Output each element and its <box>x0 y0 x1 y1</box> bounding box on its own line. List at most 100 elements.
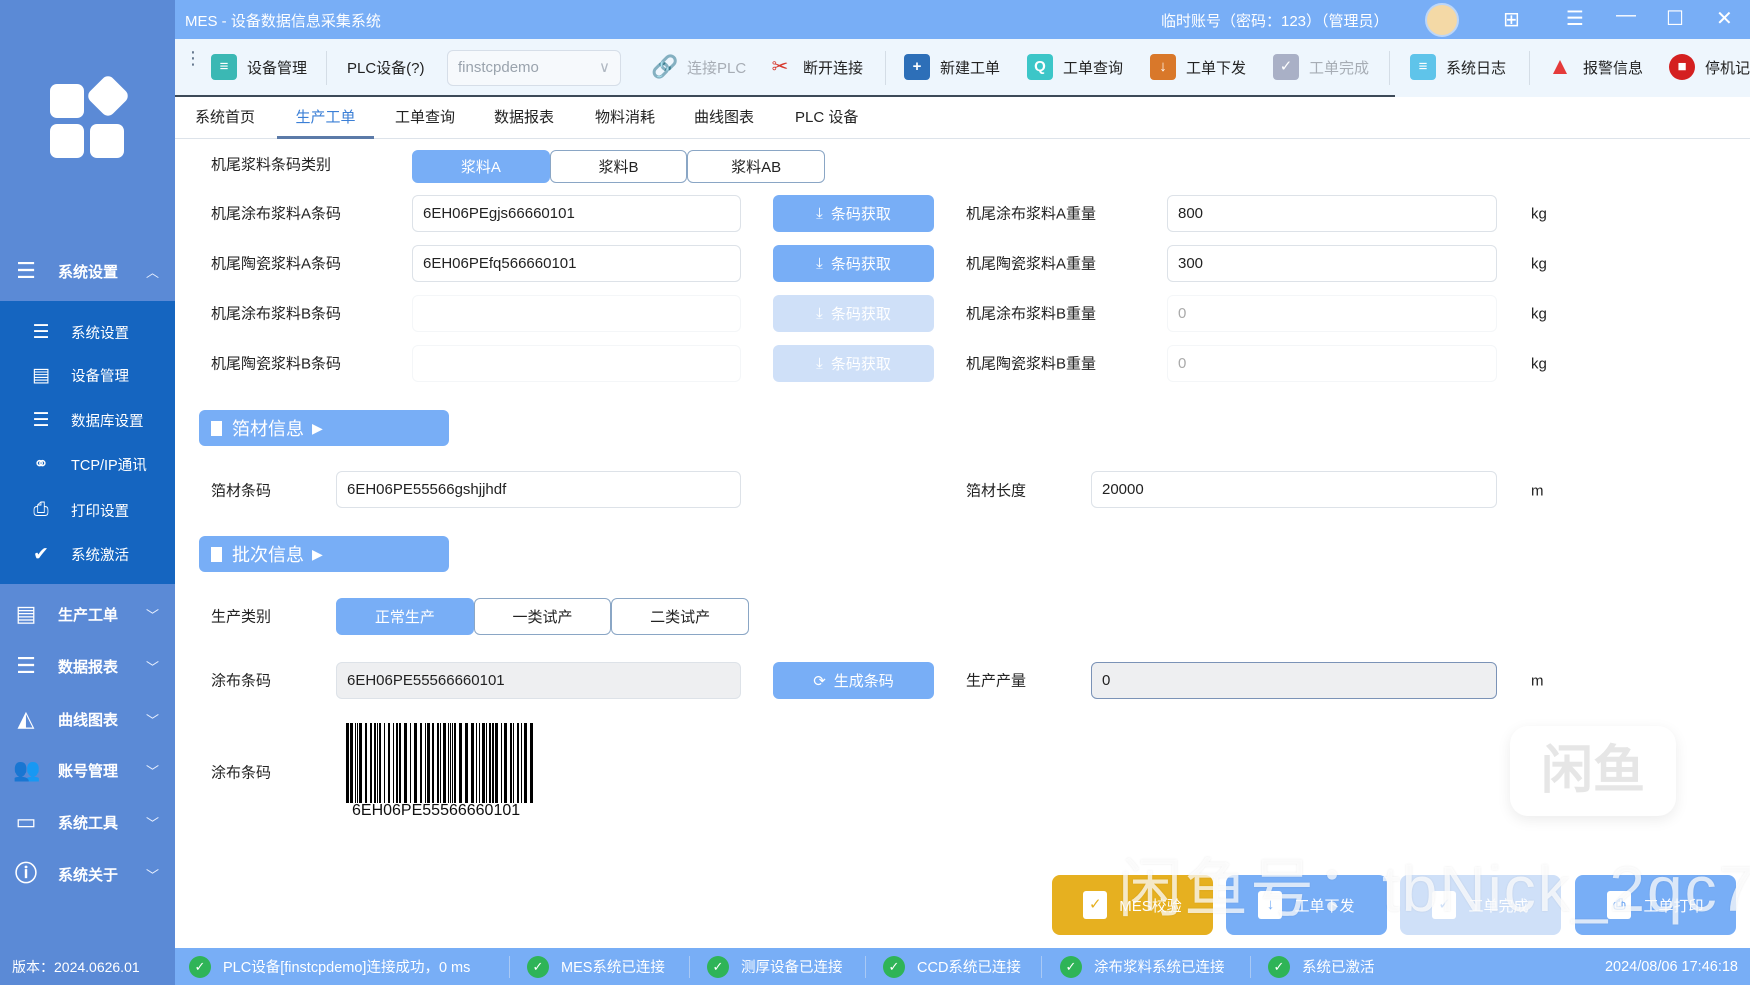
sidebar-item-system-settings[interactable]: ☰ 系统设置 <box>0 312 175 352</box>
generate-code-button[interactable]: ⟳ 生成条码 <box>773 662 934 699</box>
barcode-label: 涂布条码 <box>211 764 272 782</box>
download-icon: ⤓ <box>816 305 823 322</box>
slurry-type-b[interactable]: 浆料B <box>549 150 688 183</box>
windows-icon[interactable]: ⊞ <box>1503 7 1520 32</box>
production-type-normal[interactable]: 正常生产 <box>336 598 474 635</box>
fetch-code-button[interactable]: ⤓ 条码获取 <box>773 345 934 382</box>
tab-material[interactable]: 物料消耗 <box>595 97 655 139</box>
ceramic-slurry-b-weight-input[interactable]: 0 <box>1167 345 1497 382</box>
production-type-trial-1[interactable]: 一类试产 <box>473 598 612 635</box>
unit-label: m <box>1531 482 1544 500</box>
ceramic-slurry-a-code-input[interactable]: 6EH06PEfq566660101 <box>412 245 741 282</box>
new-document-icon: + <box>904 54 930 80</box>
tab-charts[interactable]: 曲线图表 <box>694 97 754 139</box>
sidebar-group-system-settings[interactable]: ☰ 系统设置 ︿ <box>0 247 175 295</box>
coating-slurry-a-weight-input[interactable]: 800 <box>1167 195 1497 232</box>
coating-slurry-a-code-input[interactable]: 6EH06PEgjs66660101 <box>412 195 741 232</box>
watermark-logo: 闲鱼 <box>1510 726 1676 816</box>
complete-order-button[interactable]: ✓ 工单完成 <box>1273 39 1369 95</box>
barcode-bar <box>465 723 468 803</box>
sidebar-group-accounts[interactable]: 👥 账号管理 ﹀ <box>0 746 175 794</box>
sidebar-item-print[interactable]: ⎙ 打印设置 <box>0 490 175 530</box>
barcode-bar <box>420 723 422 803</box>
server-icon: ▤ <box>32 364 50 386</box>
coating-slurry-b-code-input[interactable] <box>412 295 741 332</box>
production-type-trial-2[interactable]: 二类试产 <box>611 598 750 635</box>
ceramic-slurry-b-code-input[interactable] <box>412 345 741 382</box>
coating-code-input[interactable]: 6EH06PE55566660101 <box>336 662 741 699</box>
batch-info-section[interactable]: 批次信息 ▶ <box>199 536 449 572</box>
tab-bar: 系统首页 生产工单 工单查询 数据报表 物料消耗 曲线图表 PLC 设备 <box>175 97 1750 139</box>
sidebar-item-database[interactable]: ☰ 数据库设置 <box>0 400 175 440</box>
ceramic-slurry-a-weight-input[interactable]: 300 <box>1167 245 1497 282</box>
minimize-icon[interactable]: — <box>1616 4 1636 27</box>
downtime-button[interactable]: ■ 停机记 <box>1669 39 1750 95</box>
tab-order-query[interactable]: 工单查询 <box>395 97 455 139</box>
barcode-bar <box>450 723 451 803</box>
status-ccd: ✓ CCD系统已连接 <box>883 948 1021 985</box>
check-document-icon: ✓ <box>1273 54 1299 80</box>
row-label: 机尾陶瓷浆料A条码 <box>211 255 342 273</box>
barcode-bar <box>427 723 430 803</box>
barcode-bar <box>404 723 407 803</box>
query-order-button[interactable]: Q 工单查询 <box>1027 39 1123 95</box>
avatar[interactable] <box>1425 3 1459 37</box>
new-order-button[interactable]: + 新建工单 <box>904 39 1000 95</box>
output-label: 生产产量 <box>966 672 1027 690</box>
row-label: 机尾陶瓷浆料B条码 <box>211 355 342 373</box>
list-icon: ☰ <box>32 321 50 343</box>
users-icon: 👥 <box>13 757 41 782</box>
tab-home[interactable]: 系统首页 <box>195 97 255 139</box>
barcode-bar <box>365 723 367 803</box>
sidebar-item-device-mgmt[interactable]: ▤ 设备管理 <box>0 355 175 395</box>
barcode-bar <box>524 723 527 803</box>
foil-info-section[interactable]: 箔材信息 ▶ <box>199 410 449 446</box>
alarm-button[interactable]: ▲ 报警信息 <box>1547 39 1643 95</box>
barcode-bar <box>517 723 519 803</box>
slurry-type-ab[interactable]: 浆料AB <box>687 150 826 183</box>
foil-code-input[interactable]: 6EH06PE55566gshjjhdf <box>336 471 741 508</box>
tab-plc[interactable]: PLC 设备 <box>795 97 858 139</box>
connect-plc-button[interactable]: 🔗 连接PLC <box>651 39 746 95</box>
row-label: 机尾涂布浆料B条码 <box>211 305 342 323</box>
barcode-bar <box>437 723 439 803</box>
sidebar-group-tools[interactable]: ▭ 系统工具 ﹀ <box>0 798 175 846</box>
chevron-down-icon: ﹀ <box>146 712 160 728</box>
toolbox-icon: ▭ <box>15 809 37 834</box>
check-circle-icon: ✓ <box>189 955 211 978</box>
row-label: 机尾涂布浆料A条码 <box>211 205 342 223</box>
fetch-code-button[interactable]: ⤓ 条码获取 <box>773 245 934 282</box>
fetch-code-button[interactable]: ⤓ 条码获取 <box>773 195 934 232</box>
foil-length-input[interactable]: 20000 <box>1091 471 1497 508</box>
coating-slurry-b-weight-input[interactable]: 0 <box>1167 295 1497 332</box>
output-input[interactable]: 0 <box>1091 662 1497 699</box>
expand-arrow-icon: ▶ <box>312 545 323 562</box>
device-mgmt-button[interactable]: ≡ 设备管理 <box>211 39 307 95</box>
status-mes: ✓ MES系统已连接 <box>527 948 665 985</box>
barcode-bar <box>370 723 372 803</box>
sidebar-group-data-report[interactable]: ☰ 数据报表 ﹀ <box>0 642 175 690</box>
drag-handle-icon[interactable]: ⋮ <box>184 49 202 67</box>
tab-data-report[interactable]: 数据报表 <box>494 97 554 139</box>
server-icon: ≡ <box>211 54 237 80</box>
sidebar-item-activate[interactable]: ✔ 系统激活 <box>0 534 175 574</box>
disconnect-button[interactable]: ✂ 断开连接 <box>767 39 863 95</box>
issue-order-button[interactable]: ↓ 工单下发 <box>1150 39 1246 95</box>
sidebar-group-charts[interactable]: ◭ 曲线图表 ﹀ <box>0 695 175 743</box>
foil-length-label: 箔材长度 <box>966 482 1027 500</box>
status-thickness: ✓ 测厚设备已连接 <box>707 948 843 985</box>
sidebar-group-production-order[interactable]: ▤ 生产工单 ﹀ <box>0 590 175 638</box>
barcode-bar <box>443 723 446 803</box>
sidebar-group-about[interactable]: ⓘ 系统关于 ﹀ <box>0 850 175 898</box>
tab-production-order[interactable]: 生产工单 <box>277 97 374 139</box>
maximize-icon[interactable]: ☐ <box>1666 6 1684 31</box>
sidebar-item-tcpip[interactable]: ⚭ TCP/IP通讯 <box>0 444 175 484</box>
syslog-button[interactable]: ≡ 系统日志 <box>1410 39 1506 95</box>
slurry-type-a[interactable]: 浆料A <box>412 150 550 183</box>
log-icon: ≡ <box>1410 54 1436 80</box>
status-datetime: 2024/08/06 17:46:18 <box>1604 958 1738 975</box>
close-icon[interactable]: ✕ <box>1716 6 1733 31</box>
plc-device-select[interactable]: finstcpdemo ∨ <box>447 50 621 86</box>
menu-icon[interactable]: ☰ <box>1566 6 1584 31</box>
fetch-code-button[interactable]: ⤓ 条码获取 <box>773 295 934 332</box>
